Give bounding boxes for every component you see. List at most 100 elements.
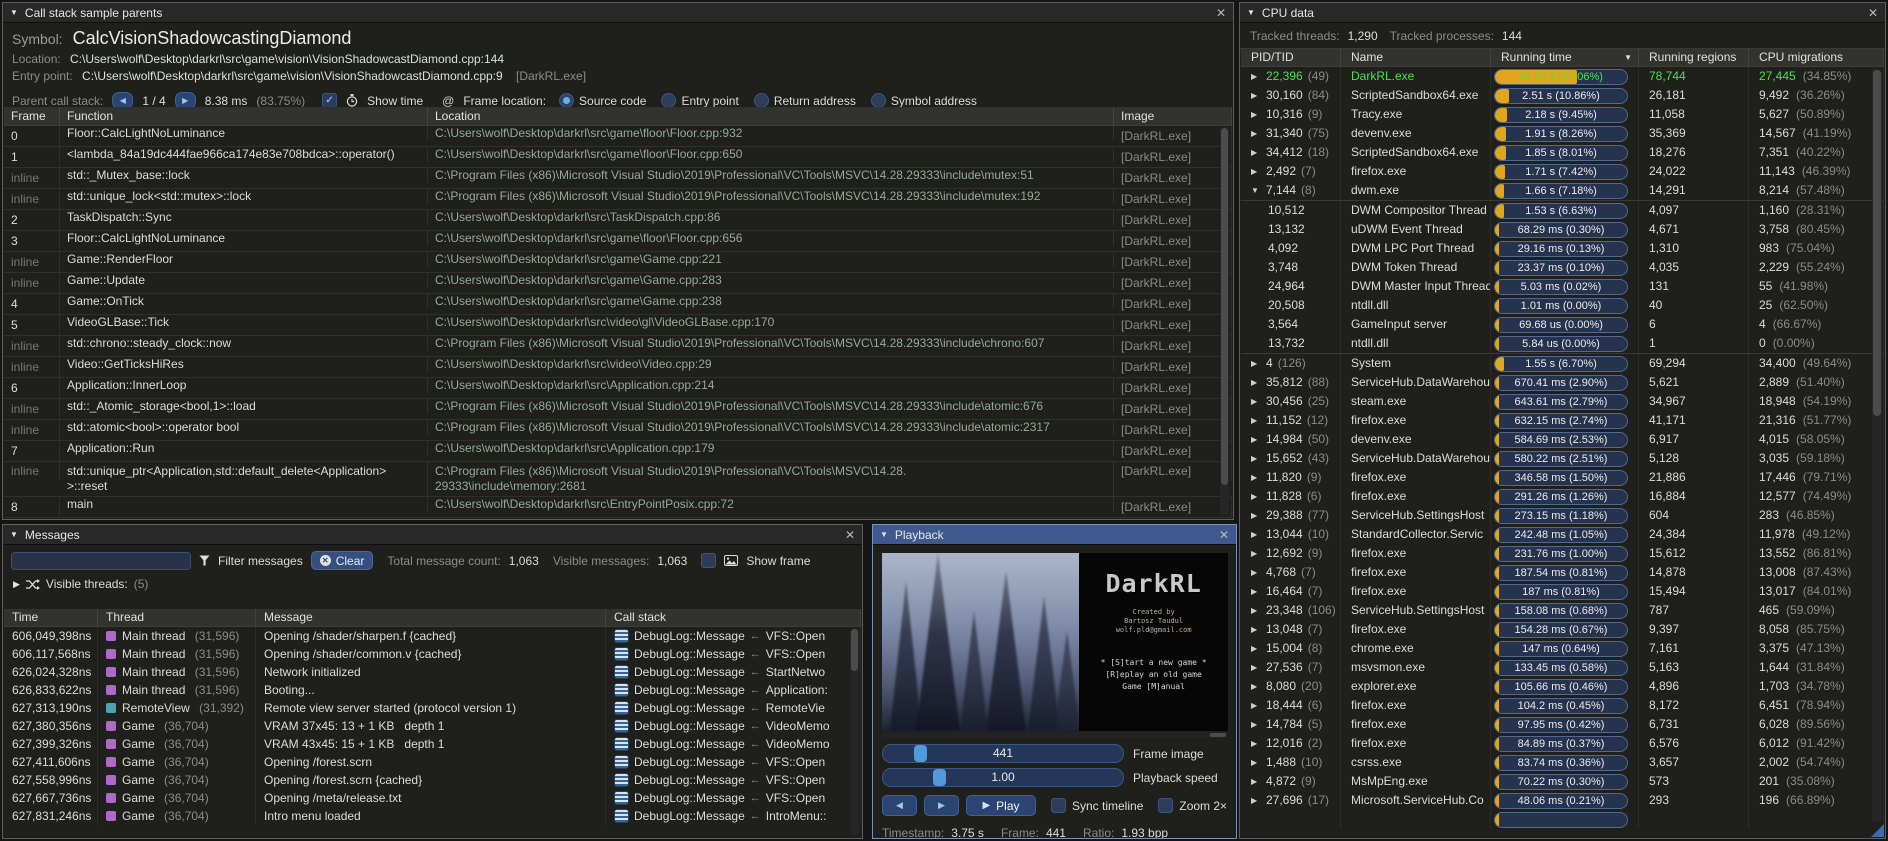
callstack-frame-row[interactable]: inlineVideo::GetTicksHiResC:\Users\wolf\… — [4, 357, 1232, 378]
cpu-row[interactable]: 13,732ntdll.dll5.84 us (0.00%)10(0.00%) — [1241, 334, 1884, 353]
callstack-frame-row[interactable]: inlineGame::RenderFloorC:\Users\wolf\Des… — [4, 252, 1232, 273]
expand-icon[interactable]: ▶ — [1251, 544, 1261, 563]
collapse-icon[interactable]: ▼ — [880, 530, 888, 539]
collapse-icon[interactable]: ▼ — [10, 8, 18, 17]
callstack-list-icon[interactable] — [614, 719, 629, 733]
play-button[interactable]: ▶ Play — [966, 795, 1036, 816]
cpu-row[interactable]: 3,748DWM Token Thread23.37 ms (0.10%)4,0… — [1241, 258, 1884, 277]
callstack-frame-row[interactable]: 8mainC:\Users\wolf\Desktop\darkrl\src\En… — [4, 497, 1232, 518]
show-time-checkbox[interactable]: ✓ — [322, 93, 337, 108]
playback-speed-slider[interactable]: 1.00 — [882, 768, 1124, 787]
message-callstack[interactable]: DebugLog::Message←VideoMemo — [606, 735, 861, 753]
cpu-row[interactable]: ▶10,316(9)Tracy.exe2.18 s (9.45%)11,0585… — [1241, 105, 1884, 124]
message-callstack[interactable]: DebugLog::Message←VideoMemo — [606, 717, 861, 735]
expand-icon[interactable]: ▶ — [1251, 677, 1261, 696]
callstack-frame-row[interactable]: inlinestd::_Atomic_storage<bool,1>::load… — [4, 399, 1232, 420]
column-message[interactable]: Message — [256, 609, 606, 626]
expand-icon[interactable]: ▶ — [1251, 506, 1261, 525]
frame-location-radio[interactable]: Source code — [559, 93, 646, 108]
expand-icon[interactable]: ▶ — [1251, 468, 1261, 487]
zoom-option[interactable]: Zoom 2× — [1158, 798, 1227, 813]
cpu-row[interactable]: ▶4(126)System1.55 s (6.70%)69,29434,400(… — [1241, 353, 1884, 373]
expand-icon[interactable]: ▶ — [1251, 67, 1261, 86]
cpu-row[interactable]: ▶4,872(9)MsMpEng.exe70.22 ms (0.30%)5732… — [1241, 772, 1884, 791]
image-scrollbar[interactable] — [882, 732, 1228, 738]
expand-icon[interactable]: ▶ — [1251, 430, 1261, 449]
show-time-label[interactable]: Show time — [367, 94, 423, 108]
column-thread[interactable]: Thread — [98, 609, 256, 626]
callstack-list-icon[interactable] — [614, 683, 629, 697]
callstack-list-icon[interactable] — [614, 629, 629, 643]
cpu-row[interactable]: ▶12,692(9)firefox.exe231.76 ms (1.00%)15… — [1241, 544, 1884, 563]
callstack-frame-row[interactable]: inlinestd::atomic<bool>::operator boolC:… — [4, 420, 1232, 441]
column-location[interactable]: Location — [428, 107, 1114, 125]
message-callstack[interactable]: DebugLog::Message←RemoteVie — [606, 699, 861, 717]
cpu-row[interactable]: ▶35,812(88)ServiceHub.DataWarehou670.41 … — [1241, 373, 1884, 392]
callstack-list-icon[interactable] — [614, 647, 629, 661]
expand-icon[interactable]: ▶ — [1251, 620, 1261, 639]
cpu-row[interactable]: ▶4,768(7)firefox.exe187.54 ms (0.81%)14,… — [1241, 563, 1884, 582]
frame-location-radio[interactable]: Symbol address — [871, 93, 977, 108]
frame-location-radio[interactable]: Entry point — [661, 93, 738, 108]
cpu-row[interactable]: ▶23,348(106)ServiceHub.SettingsHost158.0… — [1241, 601, 1884, 620]
expand-icon[interactable]: ▶ — [1251, 791, 1261, 810]
radio-icon[interactable] — [559, 93, 574, 108]
expand-icon[interactable]: ▶ — [1251, 124, 1261, 143]
close-icon[interactable]: ✕ — [845, 529, 855, 541]
expand-icon[interactable]: ▶ — [1251, 639, 1261, 658]
message-callstack[interactable]: DebugLog::Message←Application: — [606, 681, 861, 699]
cpu-row[interactable]: 3,564GameInput server69.68 us (0.00%)64(… — [1241, 315, 1884, 334]
collapse-icon[interactable]: ▼ — [10, 530, 18, 539]
cpu-row[interactable]: ▶18,444(6)firefox.exe104.2 ms (0.45%)8,1… — [1241, 696, 1884, 715]
message-callstack[interactable]: DebugLog::Message←IntroMenu:: — [606, 807, 861, 825]
column-cpu-migrations[interactable]: CPU migrations — [1749, 49, 1884, 66]
message-row[interactable]: 626,833,622nsMain thread (31,596)Booting… — [4, 681, 861, 699]
callstack-frame-row[interactable]: inlineGame::UpdateC:\Users\wolf\Desktop\… — [4, 273, 1232, 294]
cpu-row[interactable]: ▶34,412(18)ScriptedSandbox64.exe1.85 s (… — [1241, 143, 1884, 162]
cpu-row[interactable]: 24,964DWM Master Input Thread5.03 ms (0.… — [1241, 277, 1884, 296]
collapse-icon[interactable]: ▼ — [1251, 181, 1261, 200]
cpu-scrollbar[interactable] — [1872, 69, 1882, 822]
cpu-row[interactable]: ▶11,828(6)firefox.exe291.26 ms (1.26%)16… — [1241, 487, 1884, 506]
cpu-row[interactable]: ▶2,492(7)firefox.exe1.71 s (7.42%)24,022… — [1241, 162, 1884, 181]
column-pid-tid[interactable]: PID/TID — [1241, 49, 1341, 66]
expand-icon[interactable]: ▶ — [1251, 696, 1261, 715]
message-callstack[interactable]: DebugLog::Message←VFS::Open — [606, 789, 861, 807]
message-row[interactable]: 606,049,398nsMain thread (31,596)Opening… — [4, 627, 861, 645]
messages-scrollbar[interactable] — [850, 628, 859, 835]
cpu-row[interactable]: ▶16,464(7)firefox.exe187 ms (0.81%)15,49… — [1241, 582, 1884, 601]
cpu-row[interactable]: ▶27,536(7)msvsmon.exe133.45 ms (0.58%)5,… — [1241, 658, 1884, 677]
expand-icon[interactable]: ▶ — [1251, 753, 1261, 772]
expand-icon[interactable]: ▶ — [1251, 525, 1261, 544]
callstack-frame-row[interactable]: inlinestd::_Mutex_base::lockC:\Program F… — [4, 168, 1232, 189]
cpu-row[interactable]: ▶14,984(50)devenv.exe584.69 ms (2.53%)6,… — [1241, 430, 1884, 449]
radio-icon[interactable] — [661, 93, 676, 108]
show-frame-label[interactable]: Show frame — [746, 554, 810, 568]
callstack-frame-row[interactable]: 3Floor::CalcLightNoLuminanceC:\Users\wol… — [4, 231, 1232, 252]
message-filter-input[interactable] — [11, 552, 191, 570]
cpu-row[interactable]: ▶1,488(10)csrss.exe83.74 ms (0.36%)3,657… — [1241, 753, 1884, 772]
cpu-row[interactable]: 13,132uDWM Event Thread68.29 ms (0.30%)4… — [1241, 220, 1884, 239]
message-callstack[interactable]: DebugLog::Message←StartNetwo — [606, 663, 861, 681]
expand-icon[interactable]: ▶ — [1251, 582, 1261, 601]
message-row[interactable]: 627,380,356nsGame (36,704)VRAM 37x45: 13… — [4, 717, 861, 735]
expand-icon[interactable]: ▶ — [1251, 162, 1261, 181]
column-frame[interactable]: Frame — [4, 107, 60, 125]
radio-icon[interactable] — [754, 93, 769, 108]
message-row[interactable]: 626,024,328nsMain thread (31,596)Network… — [4, 663, 861, 681]
cpu-row[interactable] — [1241, 810, 1884, 829]
expand-icon[interactable]: ▶ — [1251, 86, 1261, 105]
callstack-frame-row[interactable]: inlinestd::unique_ptr<Application,std::d… — [4, 462, 1232, 497]
close-icon[interactable]: ✕ — [1216, 7, 1226, 19]
callstack-list-icon[interactable] — [614, 665, 629, 679]
cpu-row[interactable]: ▶12,016(2)firefox.exe84.89 ms (0.37%)6,5… — [1241, 734, 1884, 753]
cpu-row[interactable]: ▶14,784(5)firefox.exe97.95 ms (0.42%)6,7… — [1241, 715, 1884, 734]
show-frame-checkbox[interactable] — [701, 553, 716, 568]
expand-icon[interactable]: ▶ — [1251, 487, 1261, 506]
visible-threads-row[interactable]: ▶ Visible threads: (5) — [3, 572, 862, 595]
cpu-row[interactable]: ▶22,396(49)DarkRL.exe14.33 s (62.06%)78,… — [1241, 67, 1884, 86]
frame-image-slider[interactable]: 441 — [882, 744, 1124, 763]
cpu-row[interactable]: ▶11,152(12)firefox.exe632.15 ms (2.74%)4… — [1241, 411, 1884, 430]
expand-icon[interactable]: ▶ — [1251, 449, 1261, 468]
column-running-regions[interactable]: Running regions — [1639, 49, 1749, 66]
